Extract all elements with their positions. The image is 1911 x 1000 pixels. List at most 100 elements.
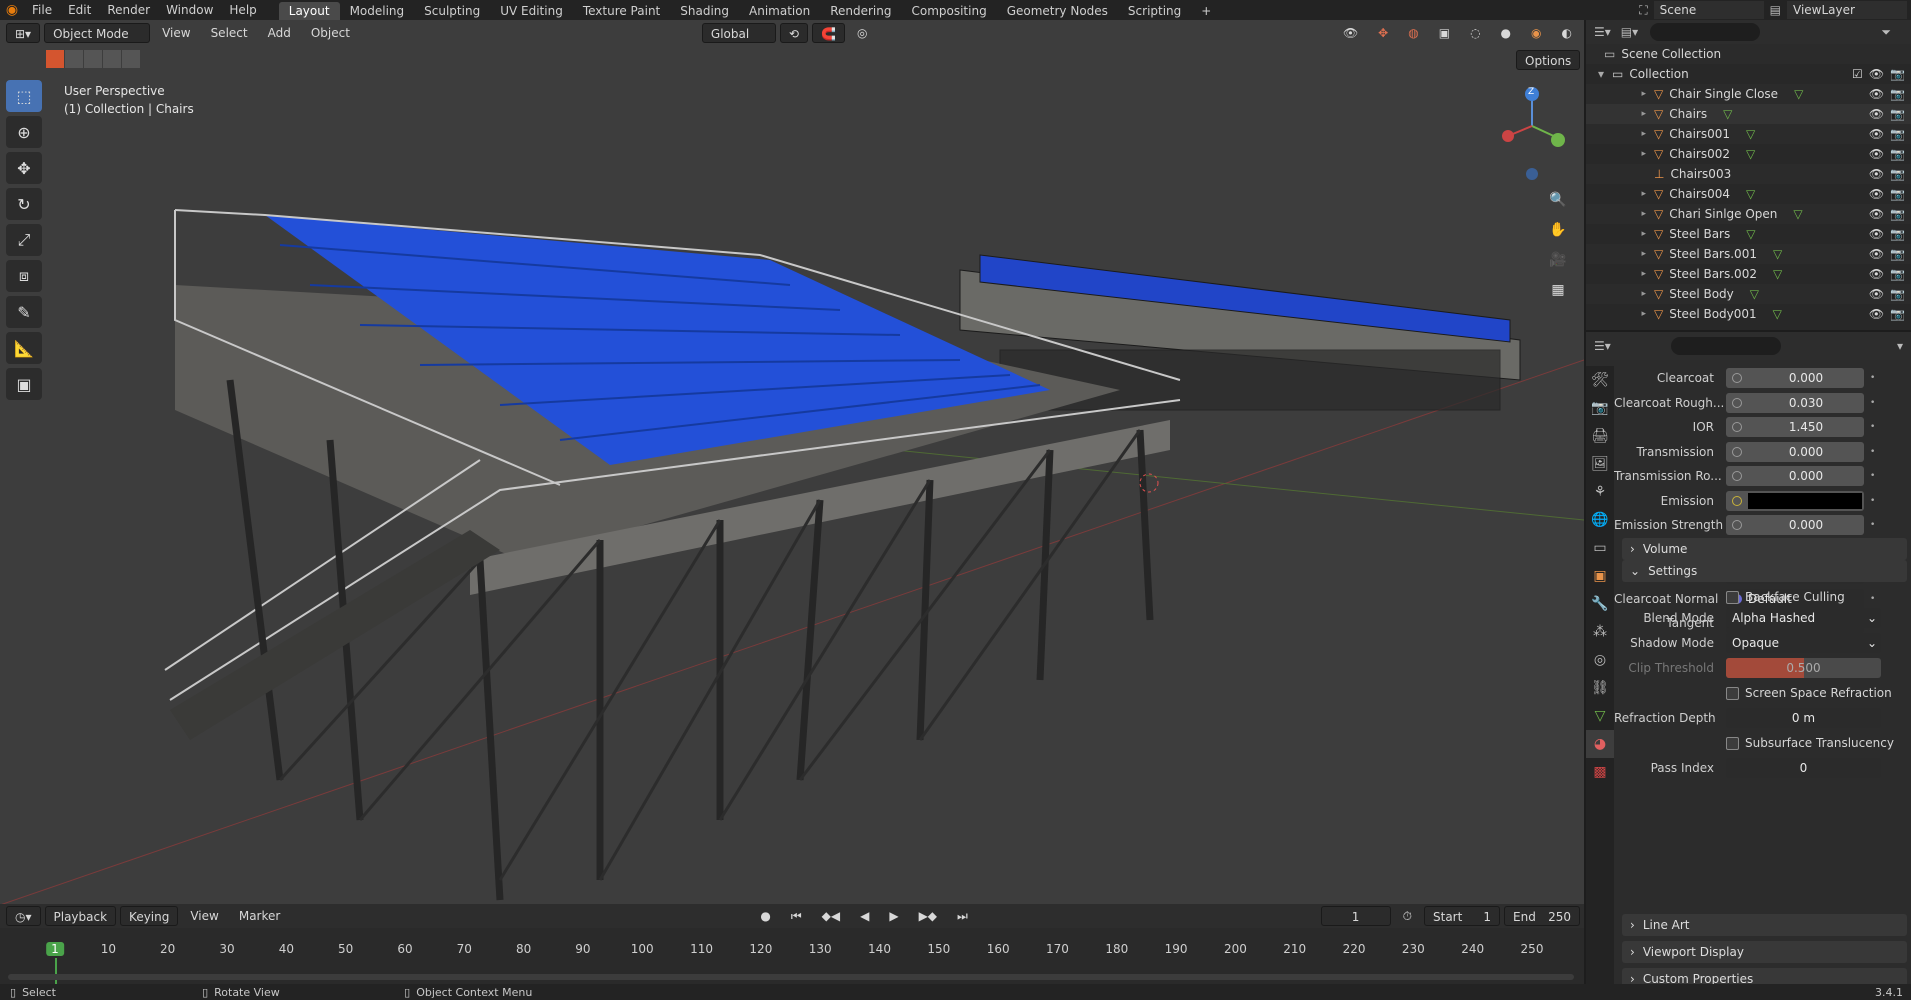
shading-solid-icon[interactable]: ●: [1493, 23, 1519, 43]
shading-rendered-icon[interactable]: ◐: [1554, 23, 1580, 43]
keyframe-dot-icon[interactable]: •: [1870, 373, 1875, 383]
eye-icon[interactable]: 👁: [1869, 67, 1884, 81]
eye-icon[interactable]: 👁: [1869, 247, 1884, 261]
render-camera-icon[interactable]: 📷: [1890, 67, 1905, 81]
property-field[interactable]: 0.000: [1726, 368, 1864, 388]
menu-edit[interactable]: Edit: [60, 0, 99, 20]
outliner-search-field[interactable]: [1650, 23, 1761, 41]
render-camera-icon[interactable]: 📷: [1890, 87, 1905, 101]
render-camera-icon[interactable]: 📷: [1890, 207, 1905, 221]
blender-logo-icon[interactable]: ◉: [0, 2, 24, 18]
outliner-item[interactable]: ▸ ▽ Chairs ▽ 👁 📷: [1586, 104, 1911, 124]
expand-arrow-icon[interactable]: ▸: [1586, 129, 1646, 139]
mesh-data-icon[interactable]: ▽: [1746, 227, 1755, 241]
socket-dot-icon[interactable]: [1732, 397, 1742, 408]
add-workspace-button[interactable]: +: [1191, 2, 1221, 20]
custom-properties-panel-header[interactable]: › Custom Properties: [1622, 968, 1907, 984]
property-field[interactable]: 0.030: [1726, 392, 1864, 413]
scene-tab-icon[interactable]: ⚘: [1586, 478, 1614, 506]
outliner-item[interactable]: ⊥ Chairs003 👁 📷: [1586, 164, 1911, 184]
material-tab-icon[interactable]: ◕: [1586, 730, 1614, 758]
expand-arrow-icon[interactable]: ▸: [1586, 149, 1646, 159]
scene-render[interactable]: [0, 20, 1584, 904]
backface-culling-checkbox[interactable]: [1726, 590, 1739, 604]
mesh-data-icon[interactable]: ▽: [1746, 147, 1755, 161]
texture-tab-icon[interactable]: ▩: [1586, 758, 1614, 786]
modifier-tab-icon[interactable]: 🔧: [1586, 590, 1614, 618]
mesh-data-icon[interactable]: ▽: [1723, 107, 1732, 121]
tab-compositing[interactable]: Compositing: [901, 2, 996, 20]
socket-dot-icon[interactable]: [1732, 495, 1742, 506]
property-field[interactable]: 0.000: [1726, 515, 1864, 535]
viewport-menu-select[interactable]: Select: [203, 23, 256, 43]
keyframe-dot-icon[interactable]: •: [1870, 447, 1875, 457]
annotate-tool-icon[interactable]: ✎: [6, 296, 42, 328]
render-camera-icon[interactable]: 📷: [1890, 167, 1905, 181]
output-tab-icon[interactable]: 🖨: [1586, 422, 1614, 450]
render-camera-icon[interactable]: 📷: [1890, 307, 1905, 321]
line-art-panel-header[interactable]: › Line Art: [1622, 914, 1907, 936]
expand-arrow-icon[interactable]: ▸: [1586, 249, 1646, 259]
mesh-data-icon[interactable]: ▽: [1773, 267, 1782, 281]
mesh-data-icon[interactable]: ▽: [1746, 127, 1755, 141]
cursor-tool-icon[interactable]: ⊕: [6, 116, 42, 148]
shading-material-icon[interactable]: ◉: [1523, 23, 1549, 43]
properties-editor-icon[interactable]: ☰▾: [1594, 339, 1611, 353]
outliner-item[interactable]: ▸ ▽ Chairs001 ▽ 👁 📷: [1586, 124, 1911, 144]
property-field[interactable]: 0.000: [1726, 441, 1864, 462]
visibility-icon[interactable]: 👁: [1335, 23, 1366, 43]
menu-window[interactable]: Window: [158, 0, 221, 20]
options-button[interactable]: Options: [1516, 50, 1581, 70]
property-field[interactable]: 0.000: [1726, 466, 1864, 486]
refraction-depth-field[interactable]: 0 m: [1726, 708, 1881, 728]
view-layer-tab-icon[interactable]: 🖼: [1586, 450, 1614, 478]
property-field[interactable]: 1.450: [1726, 417, 1864, 437]
camera-icon[interactable]: 🎥: [1546, 248, 1570, 272]
outliner-item[interactable]: ▸ ▽ Chairs002 ▽ 👁 📷: [1586, 144, 1911, 164]
pivot-point-icon[interactable]: ⟲: [779, 23, 808, 43]
expand-arrow-icon[interactable]: ▸: [1586, 269, 1646, 279]
screen-space-refraction-checkbox[interactable]: [1726, 686, 1739, 700]
transform-tool-icon[interactable]: ⧈: [6, 260, 42, 292]
playhead-frame-indicator[interactable]: 1: [46, 942, 64, 956]
filter-icon[interactable]: ⏷: [1881, 25, 1891, 40]
tab-uv-editing[interactable]: UV Editing: [490, 2, 573, 20]
add-cube-tool-icon[interactable]: ▣: [6, 368, 42, 400]
render-camera-icon[interactable]: 📷: [1890, 287, 1905, 301]
blend-mode-dropdown[interactable]: Alpha Hashed ⌄: [1726, 608, 1881, 628]
scale-tool-icon[interactable]: ⤢: [6, 224, 42, 256]
mesh-data-icon[interactable]: ▽: [1746, 187, 1755, 201]
expand-arrow-icon[interactable]: ▸: [1586, 229, 1646, 239]
particles-tab-icon[interactable]: ⁂: [1586, 618, 1614, 646]
3d-viewport[interactable]: ⊞▾ Object Mode View Select Add Object Gl…: [0, 20, 1584, 904]
move-tool-icon[interactable]: ✥: [6, 152, 42, 184]
measure-tool-icon[interactable]: 📐: [6, 332, 42, 364]
socket-dot-icon[interactable]: [1732, 422, 1742, 432]
select-extend-icon[interactable]: [65, 50, 83, 68]
render-camera-icon[interactable]: 📷: [1890, 127, 1905, 141]
frame-ruler[interactable]: 1 10 20 30 40 50 60 70 80 90 100 110 120 130 140 150 160…: [0, 904, 1584, 984]
physics-tab-icon[interactable]: ◎: [1586, 646, 1614, 674]
mesh-data-icon[interactable]: ▽: [1794, 87, 1803, 101]
render-camera-icon[interactable]: 📷: [1890, 247, 1905, 261]
expand-arrow-icon[interactable]: ▸: [1586, 189, 1646, 199]
clip-threshold-slider[interactable]: 0.500: [1726, 658, 1881, 678]
outliner-item[interactable]: ▸ ▽ Steel Bars ▽ 👁 📷: [1586, 224, 1911, 244]
pass-index-field[interactable]: 0: [1726, 758, 1881, 778]
editor-type-button[interactable]: ⊞▾: [6, 23, 41, 43]
settings-panel-header[interactable]: ⌄ Settings: [1622, 560, 1907, 582]
expand-arrow-icon[interactable]: ▸: [1586, 309, 1646, 319]
eye-icon[interactable]: 👁: [1869, 287, 1884, 301]
properties-search-field[interactable]: [1670, 337, 1781, 355]
collection-tab-icon[interactable]: ▭: [1586, 534, 1614, 562]
shadow-mode-dropdown[interactable]: Opaque ⌄: [1726, 633, 1881, 653]
eye-icon[interactable]: 👁: [1869, 107, 1884, 121]
tab-rendering[interactable]: Rendering: [820, 2, 901, 20]
outliner-item[interactable]: ▸ ▽ Steel Bars.001 ▽ 👁 📷: [1586, 244, 1911, 264]
data-tab-icon[interactable]: ▽: [1586, 702, 1614, 730]
eye-icon[interactable]: 👁: [1869, 167, 1884, 181]
expand-arrow-icon[interactable]: ▸: [1586, 89, 1646, 99]
keyframe-dot-icon[interactable]: •: [1870, 520, 1875, 530]
expand-arrow-icon[interactable]: ▸: [1586, 209, 1646, 219]
pan-hand-icon[interactable]: ✋: [1546, 218, 1570, 242]
